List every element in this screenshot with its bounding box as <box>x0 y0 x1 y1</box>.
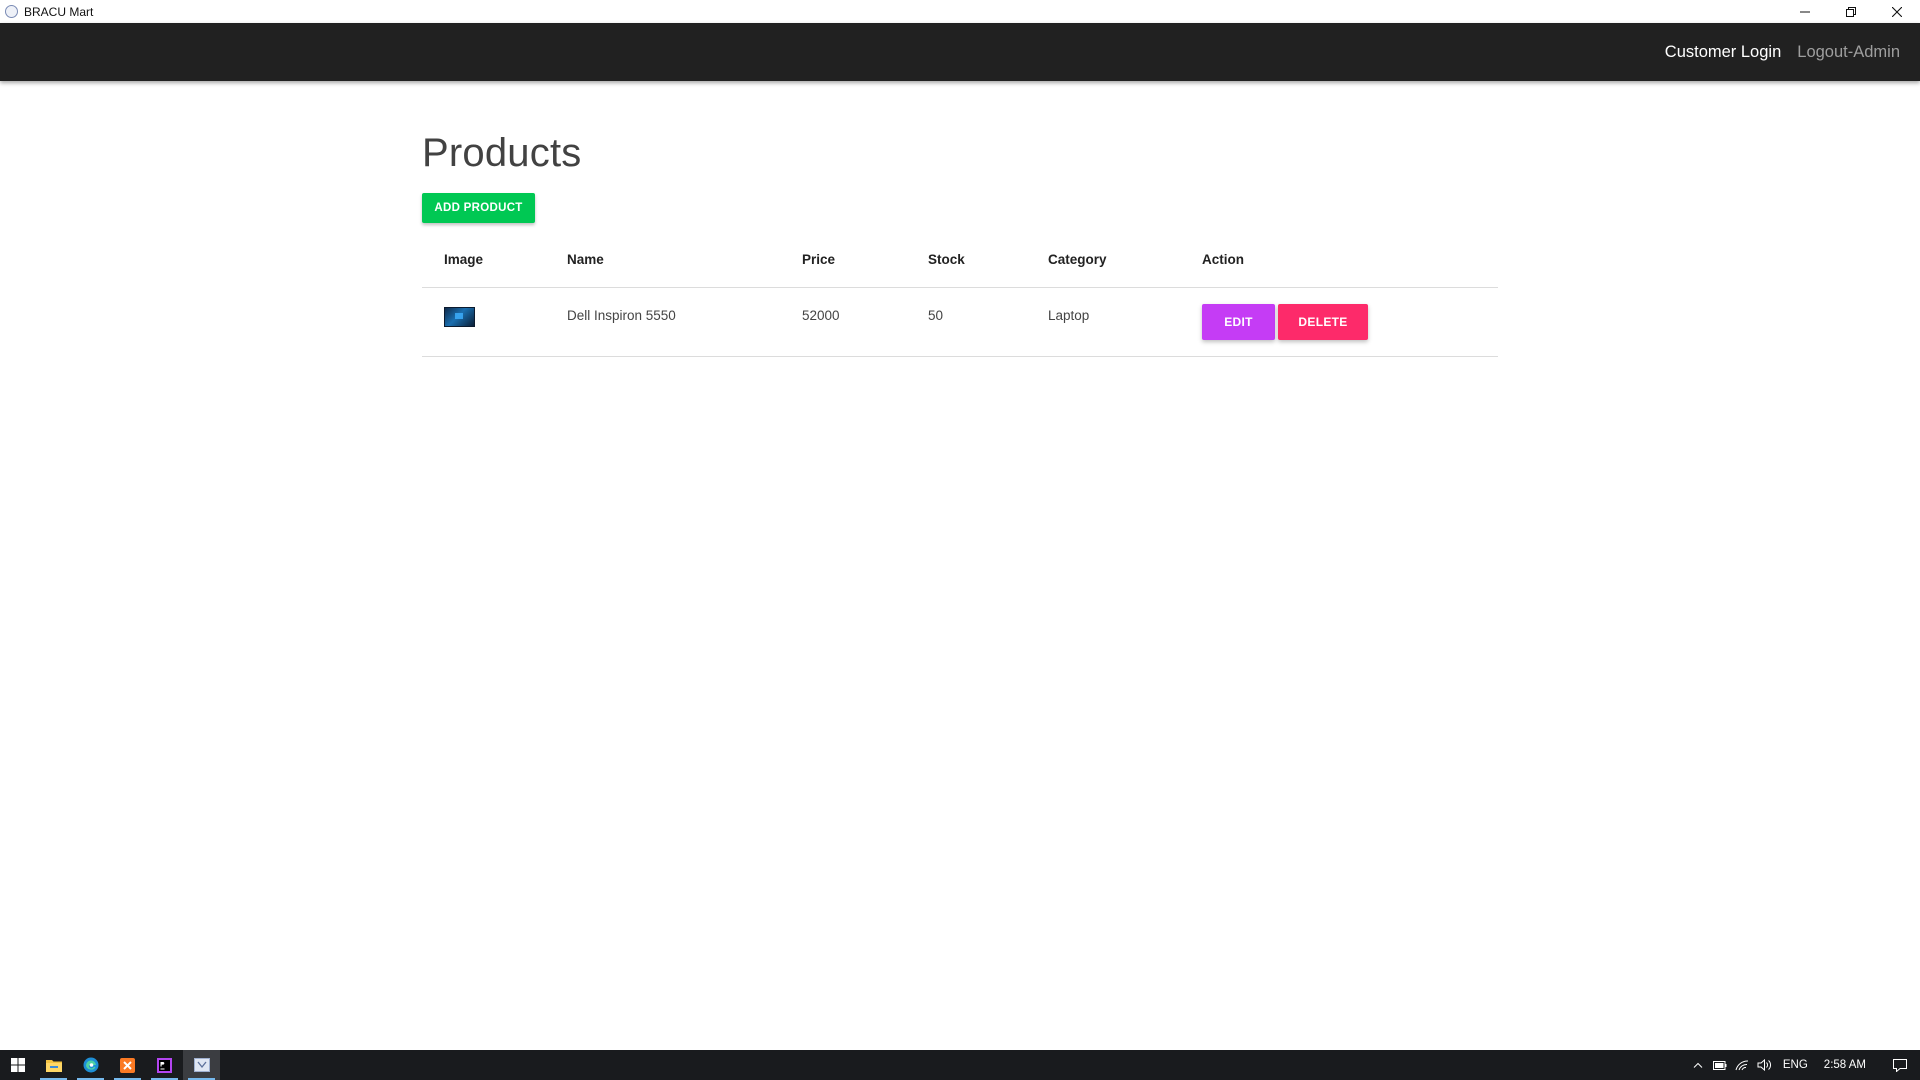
app-logo-icon <box>5 5 18 18</box>
column-header-price: Price <box>802 252 836 268</box>
table-row: Dell Inspiron 5550 52000 50 Laptop EDIT D… <box>422 286 1498 357</box>
product-name: Dell Inspiron 5550 <box>567 308 676 323</box>
table-header-row: Image Name Price Stock Category Action <box>422 233 1498 287</box>
bracu-mart-app-icon <box>193 1058 210 1072</box>
add-product-button[interactable]: ADD PRODUCT <box>422 193 535 223</box>
clock[interactable]: 2:58 AM <box>1816 1059 1880 1071</box>
page-title: Products <box>422 131 582 175</box>
chevron-up-icon <box>1693 1062 1703 1068</box>
close-button[interactable] <box>1874 0 1920 23</box>
product-stock: 50 <box>928 308 944 323</box>
taskbar-edge[interactable] <box>72 1050 109 1080</box>
speaker-icon <box>1757 1059 1771 1071</box>
show-hidden-icons-button[interactable] <box>1687 1050 1709 1080</box>
taskbar-file-explorer[interactable] <box>35 1050 72 1080</box>
close-icon <box>1892 6 1902 17</box>
product-price-cell: 52000 <box>802 286 928 357</box>
app-navbar: Customer Login Logout-Admin <box>0 23 1920 81</box>
minimize-button[interactable] <box>1782 0 1828 23</box>
xampp-icon <box>120 1057 135 1073</box>
column-header-stock: Stock <box>928 252 965 268</box>
window-title: BRACU Mart <box>24 4 94 19</box>
phpstorm-icon <box>157 1057 172 1073</box>
restore-button[interactable] <box>1828 0 1874 23</box>
product-action-cell: EDIT DELETE <box>1202 286 1498 357</box>
windows-taskbar: ENG 2:58 AM <box>0 1050 1920 1080</box>
minimize-icon <box>1800 11 1810 12</box>
battery-status[interactable] <box>1709 1050 1731 1080</box>
laptop-thumbnail <box>444 306 475 327</box>
start-button[interactable] <box>0 1050 35 1080</box>
delete-button[interactable]: DELETE <box>1278 303 1368 340</box>
product-stock-cell: 50 <box>928 286 1048 357</box>
language-indicator[interactable]: ENG <box>1775 1059 1816 1071</box>
logout-admin-link[interactable]: Logout-Admin <box>1797 43 1900 62</box>
product-category-cell: Laptop <box>1048 286 1202 357</box>
product-image-cell <box>422 286 567 357</box>
edge-icon <box>83 1057 98 1073</box>
products-table: Image Name Price Stock Category Action D… <box>422 233 1498 357</box>
customer-login-link[interactable]: Customer Login <box>1665 43 1781 62</box>
system-tray: ENG 2:58 AM <box>1687 1050 1920 1080</box>
restore-icon <box>1846 6 1856 17</box>
volume-control[interactable] <box>1753 1050 1775 1080</box>
window-titlebar: BRACU Mart <box>0 0 1920 23</box>
edit-button[interactable]: EDIT <box>1202 303 1275 340</box>
product-price: 52000 <box>802 308 840 323</box>
taskbar-bracu-mart[interactable] <box>183 1050 220 1080</box>
window-controls <box>1782 0 1920 23</box>
windows-start-icon <box>10 1058 25 1072</box>
file-explorer-icon <box>45 1060 62 1072</box>
taskbar-phpstorm[interactable] <box>146 1050 183 1080</box>
column-header-image: Image <box>444 252 484 268</box>
column-header-action: Action <box>1202 252 1244 268</box>
column-header-name: Name <box>567 252 604 268</box>
battery-icon <box>1712 1060 1727 1070</box>
product-name-cell: Dell Inspiron 5550 <box>567 286 802 357</box>
product-category: Laptop <box>1048 308 1090 323</box>
network-status[interactable] <box>1731 1050 1753 1080</box>
notification-icon <box>1893 1058 1907 1072</box>
action-center-button[interactable] <box>1880 1050 1920 1080</box>
wifi-icon <box>1735 1059 1748 1070</box>
taskbar-xampp[interactable] <box>109 1050 146 1080</box>
column-header-category: Category <box>1048 252 1107 268</box>
nav-links: Customer Login Logout-Admin <box>1665 23 1900 81</box>
